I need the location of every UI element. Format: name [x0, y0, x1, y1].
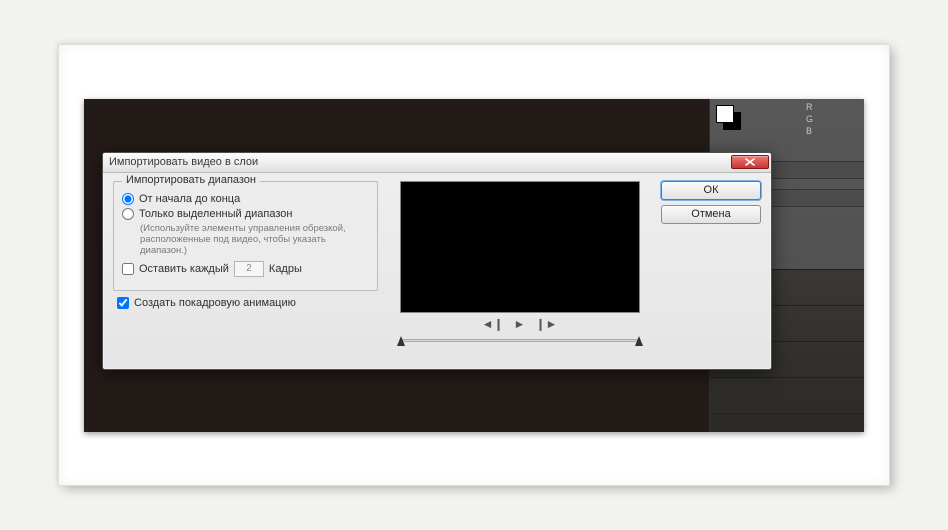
label-g: G: [806, 113, 813, 125]
titlebar[interactable]: Импортировать видео в слои: [103, 153, 771, 173]
preview-column: ◄❙ ► ❙►: [386, 181, 653, 351]
color-swatches: [716, 105, 742, 131]
transport-controls: ◄❙ ► ❙►: [482, 317, 558, 331]
action-column: ОК Отмена: [661, 181, 761, 351]
trim-handle-start[interactable]: [397, 336, 405, 346]
close-icon: [745, 158, 755, 166]
trim-slider[interactable]: [397, 333, 643, 351]
label-b: B: [806, 125, 813, 137]
radio-selected-range-label: Только выделенный диапазон: [139, 208, 292, 220]
import-video-dialog: Импортировать видео в слои Импортировать…: [102, 152, 772, 370]
rgb-labels: R G B: [806, 101, 813, 137]
video-preview: [400, 181, 640, 313]
checkbox-make-animation[interactable]: [117, 297, 129, 309]
checkbox-leave-every[interactable]: [122, 263, 134, 275]
leave-every-label: Оставить каждый: [139, 263, 229, 275]
range-fieldset: Импортировать диапазон От начала до конц…: [113, 181, 378, 291]
close-button[interactable]: [731, 155, 769, 169]
trim-handle-end[interactable]: [635, 336, 643, 346]
make-animation-label: Создать покадровую анимацию: [134, 297, 296, 309]
label-r: R: [806, 101, 813, 113]
outer-frame: R G B стили ректи Импортировать видео в …: [59, 45, 889, 485]
slider-track: [401, 339, 639, 342]
ok-button[interactable]: ОК: [661, 181, 761, 200]
options-column: Импортировать диапазон От начала до конц…: [113, 181, 378, 351]
radio-from-start[interactable]: [122, 193, 134, 205]
radio-from-start-label: От начала до конца: [139, 193, 240, 205]
leave-every-input[interactable]: [234, 261, 264, 277]
range-hint: (Используйте элементы управления обрезко…: [140, 223, 369, 257]
frames-label: Кадры: [269, 263, 302, 275]
radio-selected-range[interactable]: [122, 208, 134, 220]
range-legend: Импортировать диапазон: [122, 174, 260, 186]
prev-frame-button[interactable]: ◄❙: [482, 317, 504, 331]
cancel-button[interactable]: Отмена: [661, 205, 761, 224]
next-frame-button[interactable]: ❙►: [535, 317, 557, 331]
app-background: R G B стили ректи Импортировать видео в …: [84, 99, 864, 432]
dialog-title: Импортировать видео в слои: [109, 156, 731, 168]
play-button[interactable]: ►: [514, 317, 526, 331]
